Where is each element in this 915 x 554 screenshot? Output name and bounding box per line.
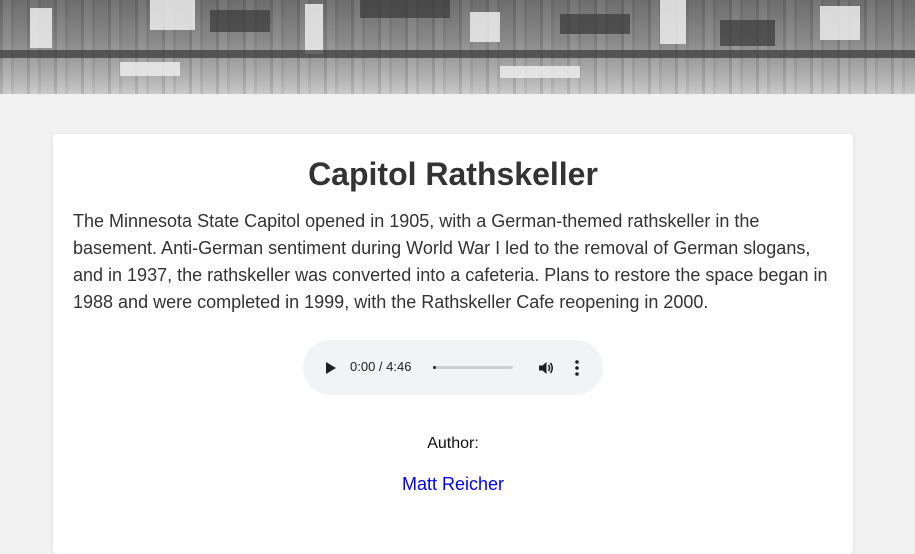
audio-progress-fill bbox=[433, 366, 436, 369]
author-name-link[interactable]: Matt Reicher bbox=[402, 474, 504, 494]
article-card: Capitol Rathskeller The Minnesota State … bbox=[53, 134, 853, 554]
article-description: The Minnesota State Capitol opened in 19… bbox=[73, 211, 828, 312]
page-title: Capitol Rathskeller bbox=[308, 156, 598, 192]
author-label: Author: bbox=[427, 435, 479, 452]
audio-time-display: 0:00 / 4:46 bbox=[350, 359, 412, 374]
audio-seek-slider[interactable] bbox=[433, 366, 513, 369]
play-icon[interactable] bbox=[326, 362, 336, 374]
header-banner-image bbox=[0, 0, 915, 94]
more-options-icon[interactable] bbox=[573, 359, 581, 377]
volume-icon[interactable] bbox=[537, 359, 555, 377]
audio-player[interactable]: 0:00 / 4:46 bbox=[303, 340, 603, 395]
author-name-link-wrapper: Matt Reicher bbox=[53, 474, 853, 494]
